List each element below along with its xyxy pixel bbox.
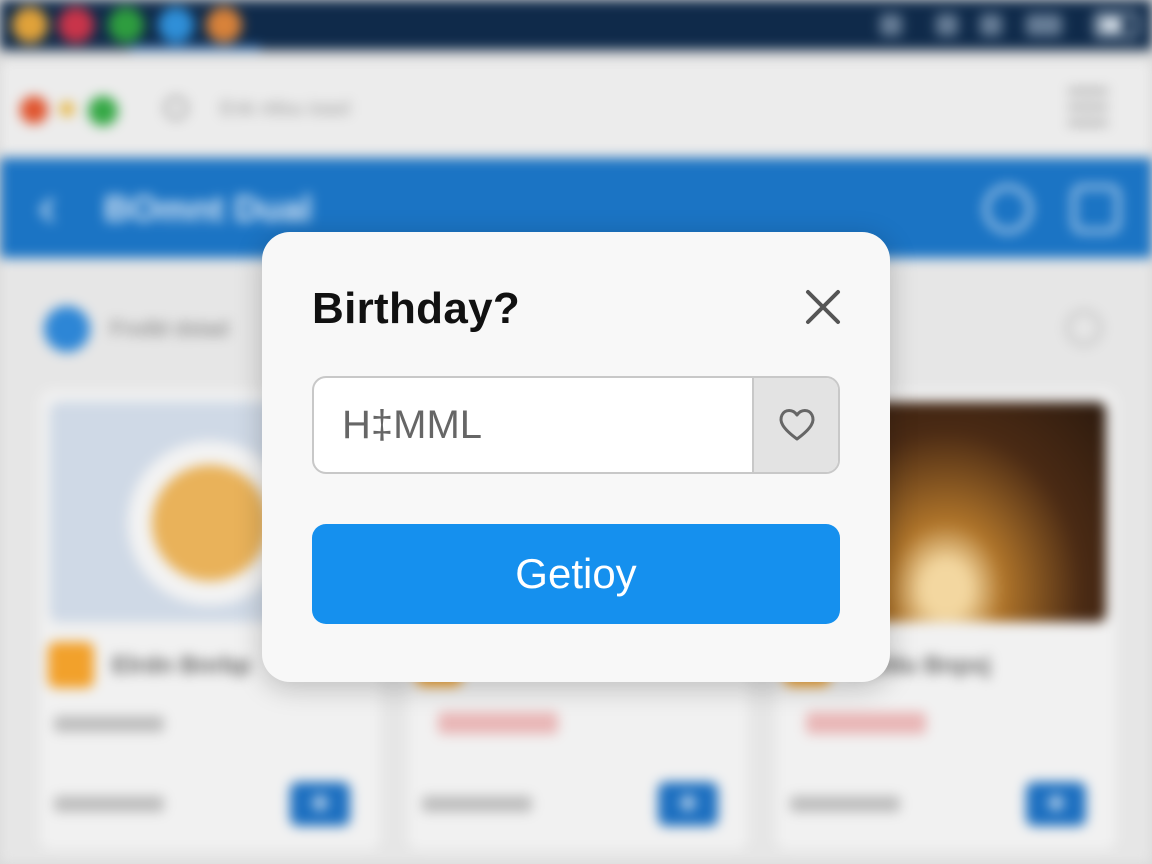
filter-label: Fnxlbl dstad xyxy=(110,316,229,341)
window-close-dot xyxy=(20,96,48,124)
card-meta xyxy=(54,796,164,812)
birthday-dialog: Birthday? Getioy xyxy=(262,232,890,682)
taskbar-app-icon xyxy=(58,7,94,43)
taskbar-app-icon xyxy=(206,7,242,43)
taskbar-app-icon xyxy=(108,7,144,43)
card-meta xyxy=(422,796,532,812)
menu-icon xyxy=(1068,88,1108,126)
dialog-title: Birthday? xyxy=(312,284,521,333)
info-icon xyxy=(1066,310,1102,346)
back-chevron-icon: ‹ xyxy=(38,174,57,237)
status-icon xyxy=(936,14,958,36)
status-icon xyxy=(980,14,1002,36)
card-price xyxy=(438,712,558,734)
heart-icon xyxy=(779,409,815,441)
card-meta xyxy=(54,716,164,732)
card-badge-icon xyxy=(48,642,94,688)
birthday-input-group xyxy=(312,376,840,474)
status-icon xyxy=(880,14,902,36)
add-to-cart-button xyxy=(290,782,350,826)
close-icon xyxy=(806,290,840,324)
taskbar-app-icon xyxy=(158,7,194,43)
active-app-indicator xyxy=(130,46,260,50)
battery-icon xyxy=(1094,12,1138,38)
system-taskbar xyxy=(0,0,1152,50)
filter-icon xyxy=(44,306,90,352)
app-header-title: BOmnt Dual xyxy=(104,188,313,229)
download-icon xyxy=(1072,185,1120,233)
address-bar-text: Enk ntlou ioaxl xyxy=(220,98,351,120)
close-button[interactable] xyxy=(798,282,848,332)
submit-button[interactable]: Getioy xyxy=(312,524,840,624)
search-icon xyxy=(164,96,188,120)
taskbar-app-icon xyxy=(12,7,48,43)
window-min-dot xyxy=(60,102,74,116)
card-meta xyxy=(790,796,900,812)
status-icon xyxy=(1026,14,1062,36)
favorite-button[interactable] xyxy=(752,378,838,472)
share-icon xyxy=(984,185,1032,233)
add-to-cart-button xyxy=(1026,782,1086,826)
add-to-cart-button xyxy=(658,782,718,826)
birthday-input[interactable] xyxy=(314,378,752,472)
card-title: Elrdn Bnrbp xyxy=(112,652,251,679)
window-max-dot xyxy=(88,96,118,126)
card-price xyxy=(806,712,926,734)
